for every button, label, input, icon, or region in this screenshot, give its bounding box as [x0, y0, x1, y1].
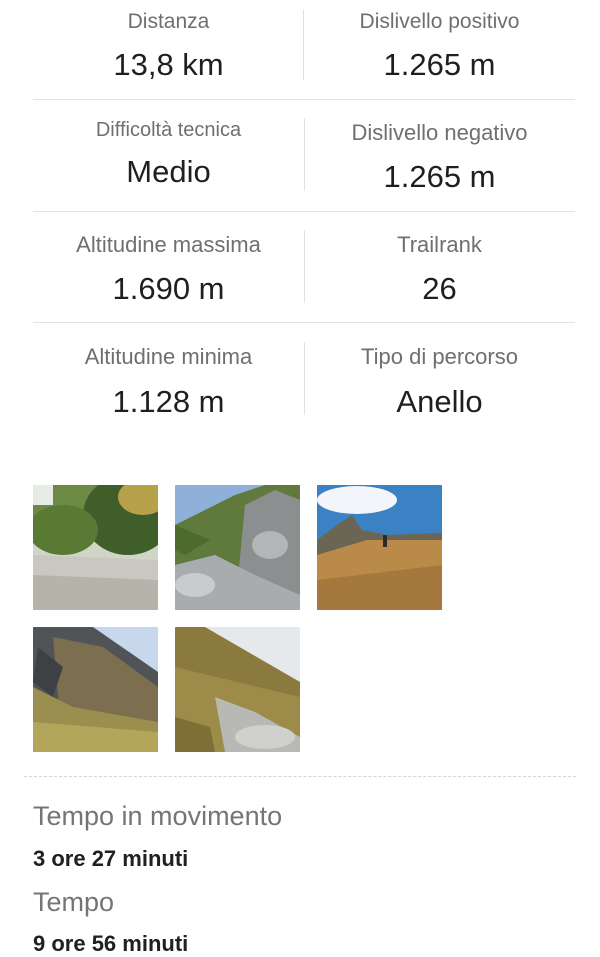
photo-hillside-image — [175, 627, 300, 752]
photo-thumbnail[interactable] — [33, 627, 158, 752]
stat-label: Altitudine massima — [76, 232, 261, 257]
photo-grassy-peak-image — [317, 485, 442, 610]
photo-gallery — [33, 485, 453, 752]
photo-thumbnail[interactable] — [175, 485, 300, 610]
stat-value: 1.265 m — [383, 159, 496, 194]
column-divider — [304, 230, 305, 303]
photo-thumbnail[interactable] — [175, 627, 300, 752]
moving-time-label: Tempo in movimento — [33, 801, 283, 831]
photo-cliff-image — [33, 627, 158, 752]
total-time-label: Tempo — [33, 887, 115, 917]
moving-time-value: 3 ore 27 minuti — [33, 846, 189, 871]
photo-rocky-slope-image — [175, 485, 300, 610]
column-divider — [304, 342, 305, 415]
stat-value: 1.128 m — [112, 384, 225, 419]
photo-thumbnail[interactable] — [317, 485, 442, 610]
stat-value: Medio — [126, 154, 211, 189]
total-time-value: 9 ore 56 minuti — [33, 931, 189, 956]
stat-label: Dislivello negativo — [351, 120, 528, 145]
stat-elevation-loss: Dislivello negativo 1.265 m — [304, 0, 575, 957]
photo-thumbnail[interactable] — [33, 485, 158, 610]
stat-label: Altitudine minima — [84, 344, 253, 369]
section-divider — [24, 776, 576, 777]
stat-value: 1.690 m — [112, 271, 225, 306]
row-divider — [33, 322, 575, 323]
stat-value: 26 — [422, 271, 457, 306]
stat-label: Tipo di percorso — [361, 344, 518, 369]
photo-riverbed-image — [33, 485, 158, 610]
stat-label: Difficoltà tecnica — [95, 119, 242, 141]
stat-value: Anello — [396, 384, 483, 419]
stat-label: Trailrank — [397, 232, 482, 257]
row-divider — [33, 211, 575, 212]
column-divider — [304, 118, 305, 191]
